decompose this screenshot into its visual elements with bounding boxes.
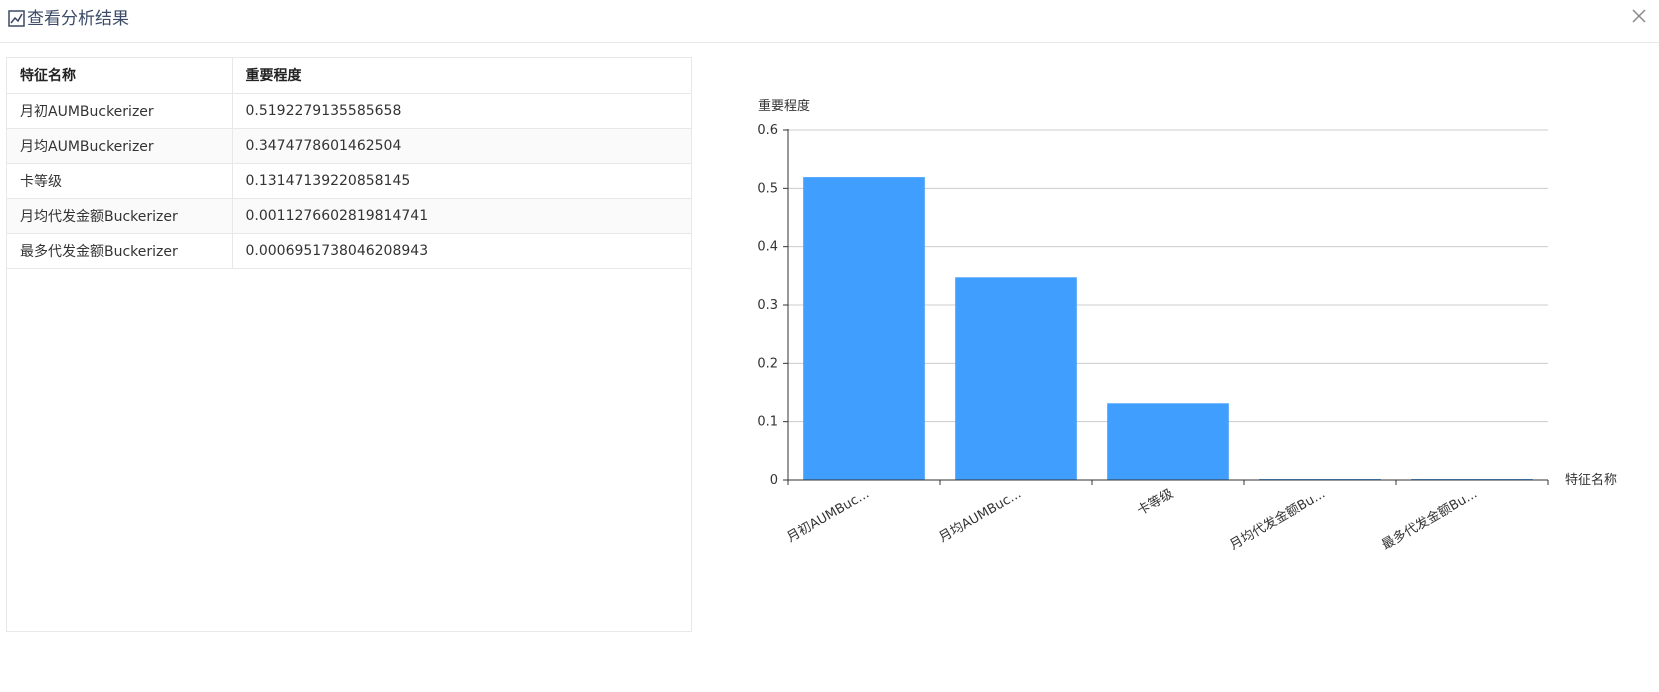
feature-name-cell: 月初AUMBuckerizer	[7, 93, 233, 129]
feature-name-cell: 卡等级	[7, 163, 233, 199]
feature-importance-bar-chart: 0 0.1 0.2 0.3 0.4 0.5 0.6 月初AUMBuc... 月均AUMBuc..…	[757, 98, 1617, 554]
x-tick-label: 月均AUMBuc...	[937, 486, 1024, 545]
close-icon[interactable]	[1629, 6, 1649, 26]
y-tick-label: 0.5	[757, 181, 778, 196]
table-row: 月初AUMBuckerizer 0.5192279135585658	[7, 93, 691, 129]
x-tick-label: 月均代发金额Bu...	[1227, 486, 1328, 554]
bar[interactable]	[1107, 403, 1229, 480]
feature-importance-table: 特征名称 重要程度 月初AUMBuckerizer 0.519227913558…	[7, 58, 691, 269]
feature-name-cell: 月均代发金额Buckerizer	[7, 198, 233, 234]
x-tick-label: 月初AUMBuc...	[785, 486, 872, 545]
importance-cell: 0.0011276602819814741	[232, 198, 691, 234]
dialog-header: 查看分析结果	[0, 0, 1659, 43]
feature-name-cell: 月均AUMBuckerizer	[7, 128, 233, 164]
importance-cell: 0.0006951738046208943	[232, 233, 691, 269]
table-row: 最多代发金额Buckerizer 0.0006951738046208943	[7, 233, 691, 269]
y-tick-label: 0.2	[757, 356, 778, 371]
bar[interactable]	[803, 177, 925, 480]
x-axis-title: 特征名称	[1565, 472, 1617, 488]
x-tick-label: 卡等级	[1134, 486, 1176, 519]
bar[interactable]	[955, 277, 1077, 480]
chart-icon	[8, 10, 25, 27]
importance-cell: 0.5192279135585658	[232, 93, 691, 129]
y-tick-label: 0.1	[757, 415, 778, 430]
y-tick-label: 0.6	[757, 123, 778, 138]
table-header-row: 特征名称 重要程度	[7, 58, 691, 94]
feature-importance-table-panel: 特征名称 重要程度 月初AUMBuckerizer 0.519227913558…	[6, 57, 692, 632]
importance-cell: 0.13147139220858145	[232, 163, 691, 199]
chart-bars	[803, 177, 1533, 480]
column-header-importance[interactable]: 重要程度	[232, 58, 691, 94]
y-axis-title: 重要程度	[758, 98, 810, 114]
column-header-feature-name[interactable]: 特征名称	[7, 58, 233, 94]
y-tick-label: 0.3	[757, 298, 778, 313]
feature-name-cell: 最多代发金额Buckerizer	[7, 233, 233, 269]
dialog-title: 查看分析结果	[27, 9, 129, 29]
importance-cell: 0.3474778601462504	[232, 128, 691, 164]
y-tick-label: 0.4	[757, 240, 778, 255]
x-tick-label: 最多代发金额Bu...	[1379, 486, 1480, 554]
table-row: 卡等级 0.13147139220858145	[7, 163, 691, 199]
y-tick-label: 0	[770, 473, 778, 488]
table-row: 月均代发金额Buckerizer 0.0011276602819814741	[7, 198, 691, 234]
table-row: 月均AUMBuckerizer 0.3474778601462504	[7, 128, 691, 164]
